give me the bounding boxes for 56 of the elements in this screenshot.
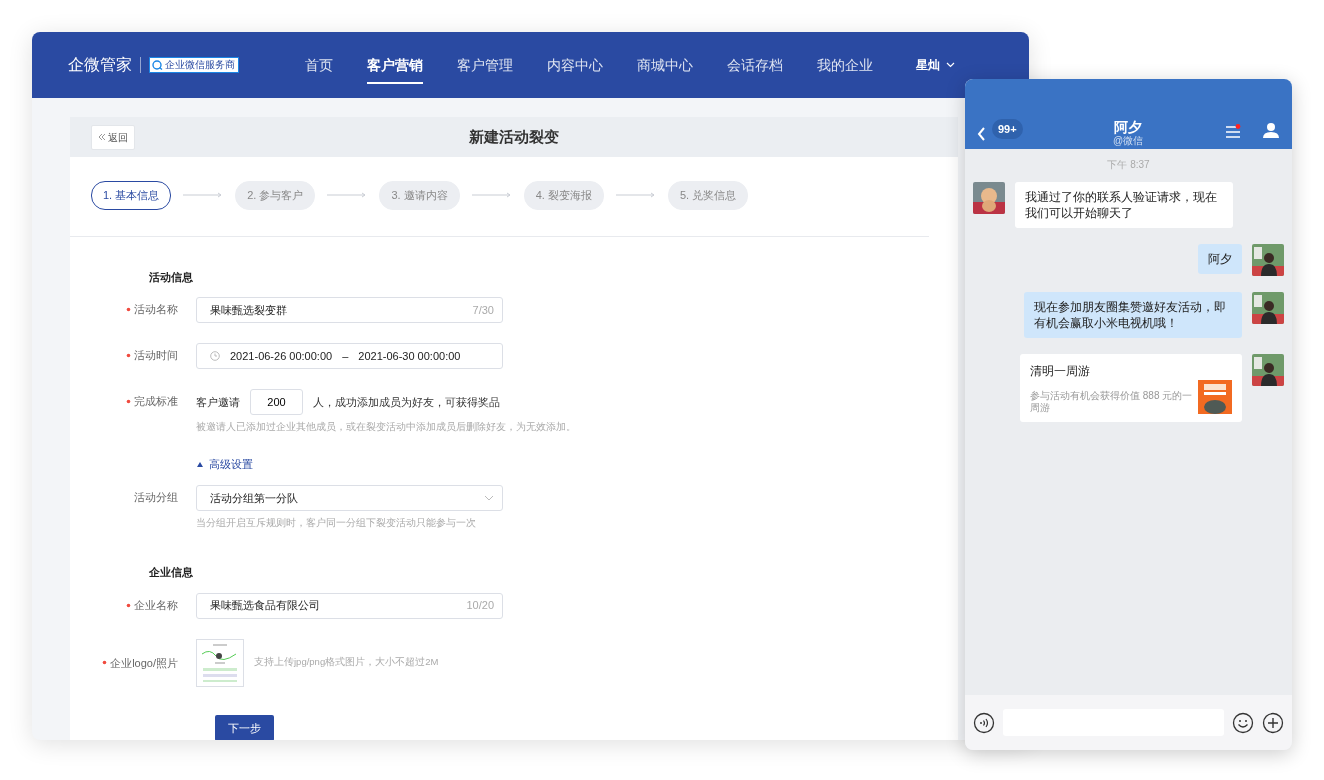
- hint-text: 被邀请人已添加过企业其他成员，或在裂变活动中添加成员后删除好友，为无效添加。: [196, 420, 576, 434]
- field-label: 活动时间: [134, 348, 178, 363]
- advanced-settings-toggle[interactable]: 高级设置: [196, 456, 253, 473]
- back-button[interactable]: 返回: [91, 124, 135, 150]
- arrow-icon: [615, 192, 656, 199]
- chat-subtitle: @微信: [1111, 135, 1145, 146]
- field-label: 完成标准: [134, 394, 178, 409]
- plus-icon[interactable]: [1262, 711, 1284, 734]
- section-title: 企业信息: [148, 565, 194, 580]
- page-title: 新建活动裂变: [469, 127, 559, 145]
- clock-icon: [210, 351, 220, 361]
- message-bubble: 现在参加朋友圈集赞邀好友活动，即有机会赢取小米电视机哦！: [1024, 292, 1242, 338]
- step-tab[interactable]: 1. 基本信息: [91, 181, 172, 210]
- nav-tab[interactable]: 客户营销: [367, 54, 423, 84]
- text-field[interactable]: 果味甄选裂变群 7/30: [196, 297, 503, 323]
- user-name[interactable]: 星灿: [916, 56, 940, 74]
- text-field[interactable]: 果味甄选食品有限公司 10/20: [196, 592, 503, 619]
- nav-tab[interactable]: 我的企业: [817, 54, 873, 84]
- person-icon[interactable]: [1263, 122, 1279, 138]
- invite-text: 人，成功添加成员为好友，可获得奖品: [313, 394, 500, 410]
- card-title: 清明一周游: [1030, 363, 1091, 380]
- partner-badge: 企业微信服务商: [149, 57, 239, 73]
- nav-tab[interactable]: 首页: [305, 54, 333, 84]
- triangle-icon: [196, 461, 204, 468]
- char-counter: 10/20: [466, 598, 494, 614]
- arrow-icon: [183, 192, 224, 199]
- field-label: 活动名称: [134, 302, 178, 317]
- nav-tab[interactable]: 客户管理: [457, 54, 513, 84]
- char-counter: 7/30: [472, 302, 494, 318]
- unread-badge: 99+: [992, 118, 1023, 139]
- brand-name: 企微管家: [68, 57, 141, 73]
- upload-hint: 支持上传jpg/png格式图片，大小不超过2M: [254, 655, 439, 670]
- menu-icon[interactable]: [1225, 124, 1241, 138]
- arrow-icon: [471, 192, 512, 199]
- chevron-down-icon: [946, 62, 955, 68]
- double-chevron-left-icon: [98, 133, 106, 141]
- chevron-down-icon: [484, 494, 494, 501]
- voice-icon[interactable]: [973, 711, 995, 734]
- message-bubble: 我通过了你的联系人验证请求，现在我们可以开始聊天了: [1015, 182, 1233, 228]
- message-bubble: 阿夕: [1198, 244, 1242, 274]
- arrow-icon: [327, 192, 368, 199]
- chat-title: 阿夕: [1113, 119, 1143, 135]
- emoji-icon[interactable]: [1232, 711, 1254, 734]
- field-label: 企业logo/照片: [110, 655, 178, 671]
- nav-tab[interactable]: 商城中心: [637, 54, 693, 84]
- field-label: 活动分组: [134, 489, 178, 505]
- field-label: 企业名称: [134, 597, 178, 613]
- select-field[interactable]: 活动分组第一分队: [196, 484, 503, 511]
- section-title: 活动信息: [148, 269, 194, 285]
- invite-label: 客户邀请: [196, 394, 240, 410]
- number-field[interactable]: 200: [250, 389, 303, 415]
- nav-tab[interactable]: 内容中心: [547, 54, 603, 84]
- next-step-button[interactable]: 下一步: [215, 714, 274, 740]
- nav-tab[interactable]: 会话存档: [727, 54, 783, 84]
- date-range-field[interactable]: 2021-06-26 00:00:00 – 2021-06-30 00:00:00: [196, 343, 503, 369]
- back-chevron-icon[interactable]: [977, 127, 986, 141]
